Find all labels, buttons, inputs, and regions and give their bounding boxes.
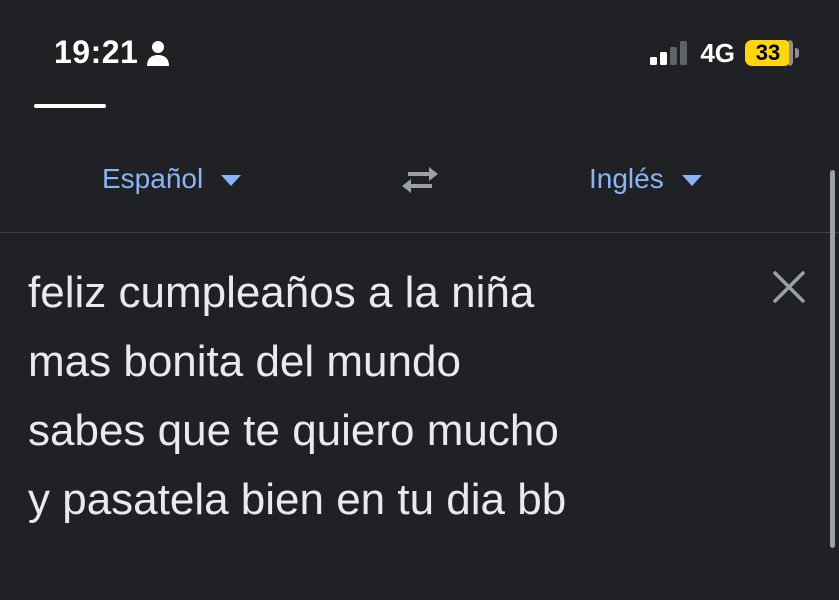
status-bar-time: 19:21: [54, 34, 170, 71]
person-icon: [147, 40, 170, 66]
battery-level: 33: [745, 40, 791, 66]
language-bar-divider: [0, 232, 839, 233]
time-label: 19:21: [54, 34, 139, 70]
swap-languages-icon: [402, 167, 438, 193]
swap-languages-button[interactable]: [396, 160, 444, 200]
clear-text-button[interactable]: [768, 266, 810, 308]
scrollbar[interactable]: [830, 170, 835, 548]
close-icon: [773, 271, 805, 303]
translate-screen: 19:21 4G 33 Español Inglés feliz cumplea…: [0, 0, 839, 600]
source-language-label: Español: [102, 163, 204, 194]
active-tab-indicator: [34, 104, 106, 108]
chevron-down-icon: [681, 175, 702, 186]
target-language-selector[interactable]: Inglés: [589, 163, 702, 195]
battery-cap: [795, 48, 799, 58]
network-type: 4G: [700, 37, 735, 68]
bottom-toolbar-edge: [0, 592, 839, 600]
cellular-signal-icon: [650, 41, 688, 65]
source-language-selector[interactable]: Español: [102, 163, 242, 195]
battery-indicator: 33: [745, 40, 799, 66]
status-bar-indicators: 4G 33: [650, 38, 799, 68]
target-language-label: Inglés: [589, 163, 664, 194]
source-text-input[interactable]: feliz cumpleaños a la niña mas bonita de…: [28, 258, 748, 534]
battery-empty-portion: [789, 40, 793, 66]
chevron-down-icon: [221, 175, 242, 186]
